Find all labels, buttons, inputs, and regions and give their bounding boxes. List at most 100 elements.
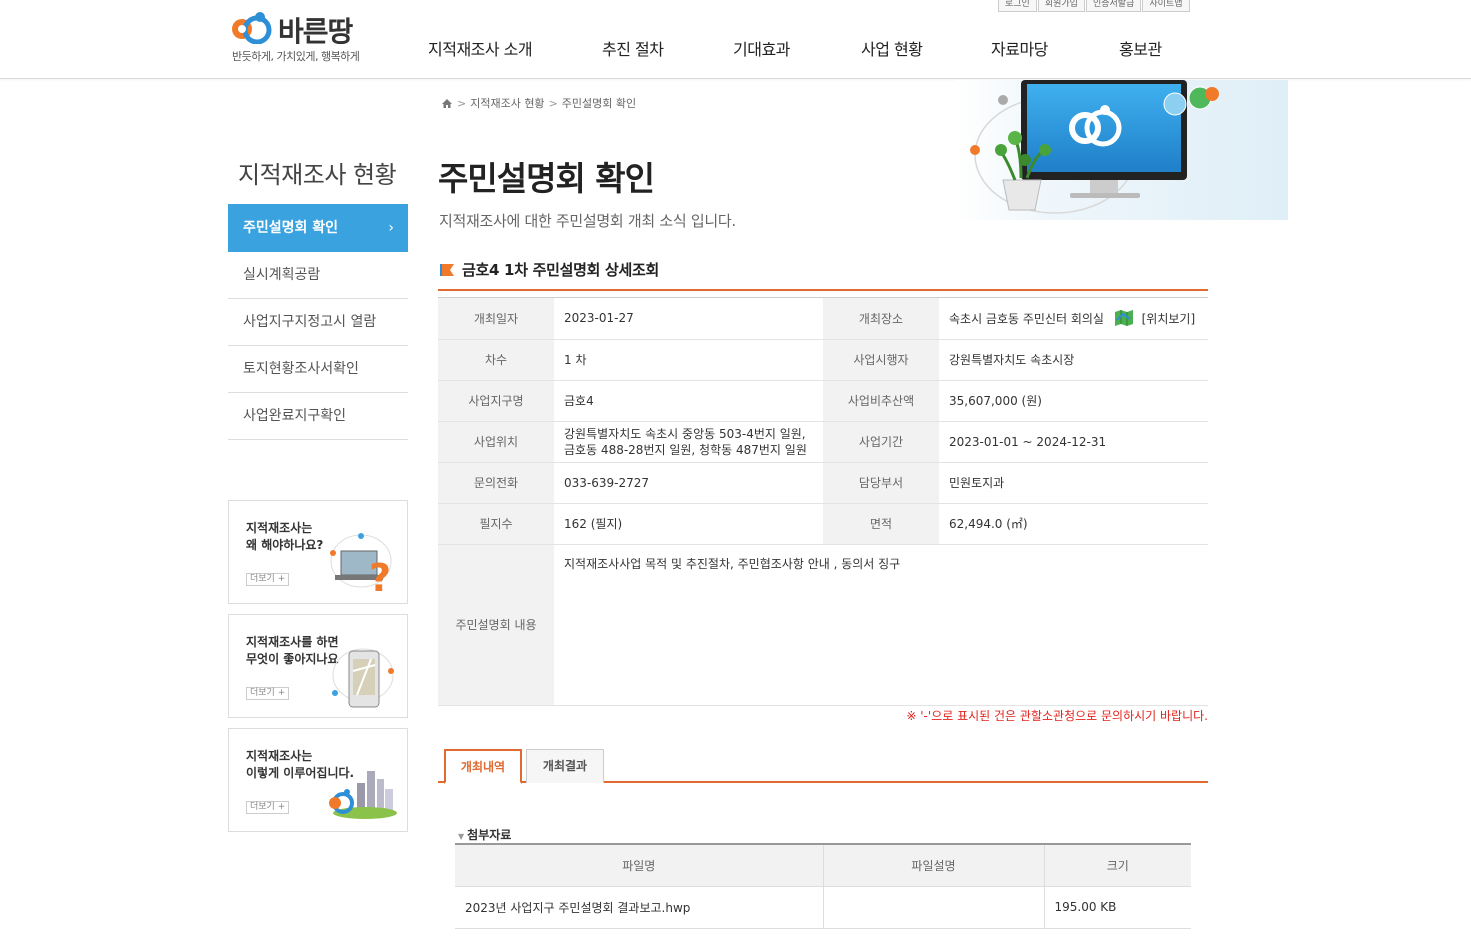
banner-process[interactable]: 지적재조사는 이렇게 이루어집니다. 더보기 + [228, 728, 408, 832]
nav-promotion[interactable]: 홍보관 [1119, 36, 1162, 60]
sidebar-item-plan-review[interactable]: 실시계획공람 [228, 252, 408, 299]
home-icon[interactable] [441, 98, 453, 109]
sidebar-item-land-survey[interactable]: 토지현황조사서확인 [228, 346, 408, 393]
location-value: 강원특별자치도 속초시 중앙동 503-4번지 일원, 금호동 488-28번지… [554, 421, 823, 463]
monitor-illustration [955, 80, 1288, 220]
date-value: 2023-01-27 [554, 298, 823, 340]
more-button[interactable]: 더보기 + [246, 801, 290, 814]
parcels-label: 필지수 [438, 503, 554, 545]
round-label: 차수 [438, 339, 554, 381]
content-label: 주민설명회 내용 [438, 544, 554, 706]
file-link[interactable]: 2023년 사업지구 주민설명회 결과보고.hwp [455, 886, 824, 929]
place-value: 속초시 금호동 주민신터 회의실 [949, 311, 1104, 326]
tab-bar: 개최내역 개최결과 [438, 748, 1208, 784]
banner-benefits[interactable]: 지적재조사를 하면 무엇이 좋아지나요 더보기 + [228, 614, 408, 718]
chevron-right-icon: › [388, 220, 394, 236]
attachments-label: ▼ 첨부자료 [458, 828, 512, 842]
table-row: 개최일자 2023-01-27 개최장소 속초시 금호동 주민신터 회의실 [위… [438, 298, 1208, 340]
column-header-filename: 파일명 [455, 845, 824, 887]
area-label: 면적 [823, 503, 939, 545]
logo-name: 바른땅 [278, 15, 353, 48]
certificate-link[interactable]: 인증서발급 [1085, 0, 1142, 12]
column-header-description: 파일설명 [823, 845, 1045, 887]
district-value: 금호4 [554, 380, 823, 422]
place-cell: 속초시 금호동 주민신터 회의실 [위치보기] [939, 298, 1208, 340]
notice-text: ※ '-'으로 표시된 건은 관할소관청으로 문의하시기 바랍니다. [906, 709, 1208, 723]
banner-text: 지적재조사를 하면 무엇이 좋아지나요 [246, 635, 339, 666]
operator-label: 사업시행자 [823, 339, 939, 381]
logo-icon [232, 12, 272, 44]
triangle-down-icon: ▼ [458, 832, 465, 841]
utility-menu: 로그인 회원가입 인증서발급 사이트맵 [998, 0, 1191, 12]
nav-procedure[interactable]: 추진 절차 [602, 36, 664, 60]
nav-intro[interactable]: 지적재조사 소개 [428, 36, 533, 60]
location-label: 사업위치 [438, 421, 554, 463]
flag-icon [440, 263, 454, 276]
map-icon[interactable] [1114, 309, 1134, 326]
district-label: 사업지구명 [438, 380, 554, 422]
nav-status[interactable]: 사업 현황 [861, 36, 923, 60]
chevron-right-icon: > [548, 96, 558, 110]
cost-label: 사업비추산액 [823, 380, 939, 422]
nav-archive[interactable]: 자료마당 [991, 36, 1048, 60]
phone-value: 033-639-2727 [554, 462, 823, 504]
more-button[interactable]: 더보기 + [246, 687, 290, 700]
column-header-size: 크기 [1044, 845, 1191, 887]
site-header: 바른땅 반듯하게, 가치있게, 행복하게 로그인 회원가입 인증서발급 사이트맵… [0, 0, 1471, 79]
laptop-question-icon: ? [330, 533, 392, 595]
table-row: 사업지구명 금호4 사업비추산액 35,607,000 (원) [438, 380, 1208, 422]
banner-why[interactable]: 지적재조사는 왜 해야하나요? 더보기 + ? [228, 500, 408, 604]
breadcrumb-current[interactable]: 주민설명회 확인 [562, 95, 636, 111]
sidebar-item-district-notice[interactable]: 사업지구지정고시 열람 [228, 299, 408, 346]
table-row: 주민설명회 내용 지적재조사사업 목적 및 추진절차, 주민협조사항 안내 , … [438, 544, 1208, 706]
dept-label: 담당부서 [823, 462, 939, 504]
more-button[interactable]: 더보기 + [246, 573, 290, 586]
sidebar-item-completed[interactable]: 사업완료지구확인 [228, 393, 408, 440]
site-logo[interactable]: 바른땅 반듯하게, 가치있게, 행복하게 [230, 8, 370, 64]
table-row: 차수 1 차 사업시행자 강원특별자치도 속초시장 [438, 339, 1208, 381]
file-description [823, 886, 1045, 929]
sidebar-item-briefing[interactable]: 주민설명회 확인 › [228, 204, 408, 252]
content-value: 지적재조사사업 목적 및 추진절차, 주민협조사항 안내 , 동의서 징구 [554, 544, 1208, 706]
table-header-row: 파일명 파일설명 크기 [455, 845, 1191, 887]
banner-text: 지적재조사는 왜 해야하나요? [246, 521, 324, 552]
tab-history[interactable]: 개최내역 [444, 749, 522, 784]
logo-slogan: 반듯하게, 가치있게, 행복하게 [232, 50, 360, 63]
section-title: 금호4 1차 주민설명회 상세조회 [440, 259, 659, 280]
parcels-value: 162 (필지) [554, 503, 823, 545]
cost-value: 35,607,000 (원) [939, 380, 1208, 422]
city-logo-icon [329, 771, 397, 819]
breadcrumb-section[interactable]: 지적재조사 현황 [470, 95, 544, 111]
page-title: 주민설명회 확인 [438, 159, 655, 198]
map-link[interactable]: [위치보기] [1142, 312, 1196, 326]
main-nav: 지적재조사 소개 추진 절차 기대효과 사업 현황 자료마당 홍보관 [380, 36, 1210, 64]
date-label: 개최일자 [438, 298, 554, 340]
area-value: 62,494.0 (㎡) [939, 503, 1208, 545]
sidebar-item-label: 주민설명회 확인 [243, 220, 339, 236]
section-title-text: 금호4 1차 주민설명회 상세조회 [462, 261, 660, 279]
sidebar-title: 지적재조사 현황 [238, 161, 397, 189]
smartphone-map-icon [332, 648, 394, 708]
period-label: 사업기간 [823, 421, 939, 463]
place-label: 개최장소 [823, 298, 939, 340]
login-link[interactable]: 로그인 [998, 0, 1037, 12]
page-description: 지적재조사에 대한 주민설명회 개최 소식 입니다. [439, 212, 736, 230]
table-row: 2023년 사업지구 주민설명회 결과보고.hwp 195.00 KB [455, 886, 1191, 929]
operator-value: 강원특별자치도 속초시장 [939, 339, 1208, 381]
period-value: 2023-01-01 ~ 2024-12-31 [939, 421, 1208, 463]
svg-text:?: ? [369, 556, 391, 595]
join-link[interactable]: 회원가입 [1037, 0, 1085, 12]
attachments-table: 파일명 파일설명 크기 2023년 사업지구 주민설명회 결과보고.hwp 19… [455, 843, 1191, 929]
phone-label: 문의전화 [438, 462, 554, 504]
detail-table: 개최일자 2023-01-27 개최장소 속초시 금호동 주민신터 회의실 [위… [438, 289, 1208, 706]
file-size: 195.00 KB [1044, 886, 1191, 929]
nav-effect[interactable]: 기대효과 [733, 36, 790, 60]
sitemap-link[interactable]: 사이트맵 [1142, 0, 1190, 12]
round-value: 1 차 [554, 339, 823, 381]
table-row: 필지수 162 (필지) 면적 62,494.0 (㎡) [438, 503, 1208, 545]
table-row: 문의전화 033-639-2727 담당부서 민원토지과 [438, 462, 1208, 504]
breadcrumb: > 지적재조사 현황 > 주민설명회 확인 [441, 95, 636, 111]
dept-value: 민원토지과 [939, 462, 1208, 504]
tab-result[interactable]: 개최결과 [526, 749, 604, 783]
sidebar-menu: 주민설명회 확인 › 실시계획공람 사업지구지정고시 열람 토지현황조사서확인 … [228, 204, 408, 440]
